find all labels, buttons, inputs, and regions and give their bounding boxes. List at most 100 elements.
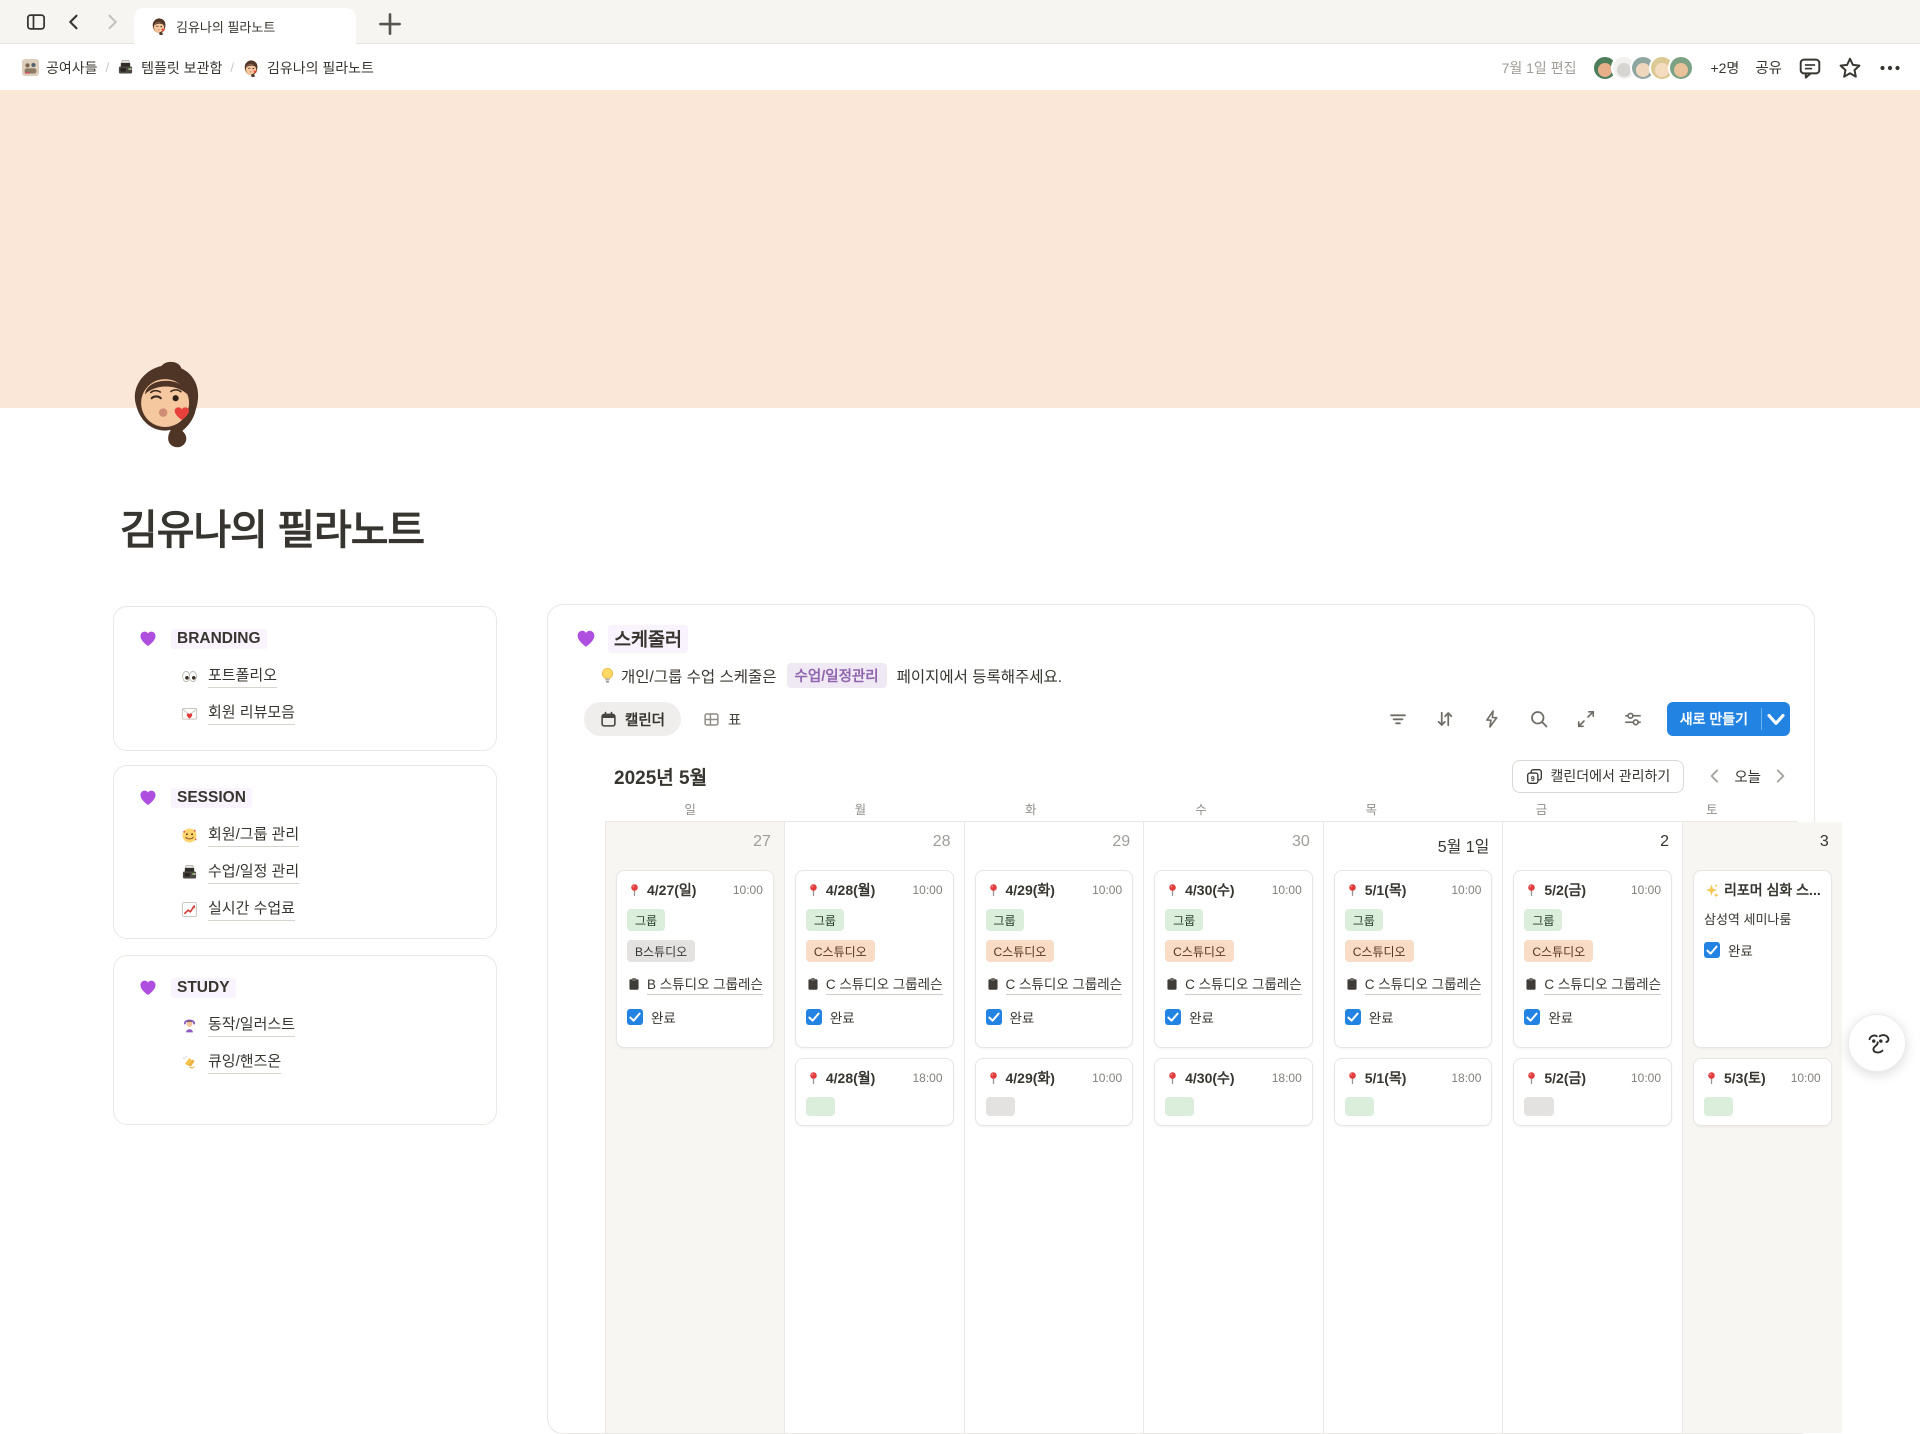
breadcrumb-templates[interactable]: 템플릿 보관함 xyxy=(117,58,222,78)
new-entry-button[interactable]: 새로 만들기 xyxy=(1667,702,1790,736)
event-card[interactable]: 4/29(화) 10:00 xyxy=(975,1058,1134,1126)
pin-icon xyxy=(1704,1071,1719,1086)
page-link-chart-up[interactable]: 실시간 수업료 xyxy=(181,897,476,921)
page-link-clap[interactable]: 큐잉/핸즈온 xyxy=(181,1050,476,1074)
prev-week-icon[interactable] xyxy=(1706,767,1724,785)
event-tag xyxy=(1704,1097,1733,1116)
weekday-label: 수 xyxy=(1116,799,1286,818)
checkbox-checked[interactable] xyxy=(986,1009,1002,1025)
pin-icon xyxy=(1345,883,1360,898)
chevron-down-icon[interactable] xyxy=(1762,702,1790,736)
event-date-label: 5/2(금) xyxy=(1544,880,1586,900)
member-avatar-stack[interactable] xyxy=(1592,55,1694,81)
page-link-eyes[interactable]: 포트폴리오 xyxy=(181,664,476,688)
cell-date-number: 27 xyxy=(616,822,774,860)
tab-page-icon xyxy=(150,17,168,35)
event-card[interactable]: 5/2(금) 10:00 xyxy=(1513,1058,1672,1126)
event-relation[interactable]: C 스튜디오 그룹레슨 xyxy=(986,973,1123,995)
event-card[interactable]: 5/3(토) 10:00 xyxy=(1693,1058,1832,1126)
page-icon[interactable] xyxy=(121,358,213,450)
checkbox-checked[interactable] xyxy=(806,1009,822,1025)
weekday-label: 목 xyxy=(1286,799,1456,818)
checkbox-checked[interactable] xyxy=(1704,942,1720,958)
event-card[interactable]: 5/1(목) 18:00 xyxy=(1334,1058,1493,1126)
checkbox-checked[interactable] xyxy=(1524,1009,1540,1025)
event-relation[interactable]: B 스튜디오 그룹레슨 xyxy=(627,973,763,995)
tab-calendar-view[interactable]: 캘린더 xyxy=(584,702,681,736)
sidebar-toggle-icon[interactable] xyxy=(26,12,46,32)
event-card[interactable]: 4/29(화) 10:00 그룹C스튜디오C 스튜디오 그룹레슨완료 xyxy=(975,870,1134,1048)
purple-heart-icon xyxy=(139,630,157,648)
event-card[interactable]: 4/27(일) 10:00 그룹B스튜디오B 스튜디오 그룹레슨완료 xyxy=(616,870,774,1048)
breadcrumb-current-page[interactable]: 김유나의 필라노트 xyxy=(242,58,374,78)
event-location: 삼성역 세미나룸 xyxy=(1704,909,1821,928)
memoji-icon xyxy=(242,59,260,77)
purple-heart-icon xyxy=(576,629,596,649)
new-tab-button[interactable] xyxy=(376,10,404,38)
more-options-icon[interactable] xyxy=(1878,56,1902,80)
checkbox-checked[interactable] xyxy=(1345,1009,1361,1025)
event-date-label: 4/30(수) xyxy=(1185,880,1234,900)
calendar-view-icon xyxy=(600,711,617,728)
member-avatar[interactable] xyxy=(1668,55,1694,81)
today-button[interactable]: 오늘 xyxy=(1734,766,1761,787)
cover-banner[interactable] xyxy=(0,90,1920,408)
event-card[interactable]: 4/28(월) 10:00 그룹C스튜디오C 스튜디오 그룹레슨완료 xyxy=(795,870,954,1048)
event-card[interactable]: 리포머 심화 스... 삼성역 세미나룸완료 xyxy=(1693,870,1832,1048)
filter-icon[interactable] xyxy=(1388,709,1408,729)
page-link-smile-hearts[interactable]: 회원/그룹 관리 xyxy=(181,823,476,847)
clipboard-icon xyxy=(986,977,1000,991)
breadcrumb-workspace[interactable]: 공여사들 xyxy=(22,58,98,78)
notion-ai-button[interactable] xyxy=(1848,1014,1906,1072)
checkbox-label: 완료 xyxy=(830,1007,855,1027)
tab-table-view[interactable]: 표 xyxy=(703,709,741,730)
event-relation[interactable]: C 스튜디오 그룹레슨 xyxy=(1165,973,1302,995)
checkbox-checked[interactable] xyxy=(1165,1009,1181,1025)
event-card[interactable]: 4/30(수) 10:00 그룹C스튜디오C 스튜디오 그룹레슨완료 xyxy=(1154,870,1313,1048)
manage-button-label: 캘린더에서 관리하기 xyxy=(1551,766,1671,786)
fax-icon xyxy=(181,864,198,881)
callout-page-tag[interactable]: 수업/일정관리 xyxy=(787,663,887,688)
extra-members-count[interactable]: +2명 xyxy=(1710,58,1739,78)
checkbox-checked[interactable] xyxy=(627,1009,643,1025)
event-relation[interactable]: C 스튜디오 그룹레슨 xyxy=(806,973,943,995)
page-link-person-ok[interactable]: 동작/일러스트 xyxy=(181,1013,476,1037)
event-tag xyxy=(1345,1097,1374,1116)
next-week-icon[interactable] xyxy=(1771,767,1789,785)
event-card[interactable]: 4/30(수) 18:00 xyxy=(1154,1058,1313,1126)
event-date-label: 4/29(화) xyxy=(1006,880,1055,900)
nav-back-icon[interactable] xyxy=(64,12,84,32)
relation-label: C 스튜디오 그룹레슨 xyxy=(1365,973,1482,995)
page-link-love-letter[interactable]: 회원 리뷰모음 xyxy=(181,701,476,725)
avatar-face xyxy=(1655,63,1669,77)
event-done-row: 완료 xyxy=(627,1007,763,1027)
sort-icon[interactable] xyxy=(1435,709,1455,729)
active-tab[interactable]: 김유나의 필라노트 xyxy=(134,8,356,44)
expand-icon[interactable] xyxy=(1576,709,1596,729)
calendar-cell: 27 4/27(일) 10:00 그룹B스튜디오B 스튜디오 그룹레슨완료 xyxy=(606,822,785,1433)
event-date-label: 4/29(화) xyxy=(1006,1068,1055,1088)
automation-bolt-icon[interactable] xyxy=(1482,709,1502,729)
sidebar-card-study: STUDY 동작/일러스트 큐잉/핸즈온 xyxy=(113,955,497,1125)
event-card[interactable]: 4/28(월) 18:00 xyxy=(795,1058,954,1126)
page-link-fax[interactable]: 수업/일정 관리 xyxy=(181,860,476,884)
nav-forward-icon[interactable] xyxy=(102,12,122,32)
calendar-grid: 27 4/27(일) 10:00 그룹B스튜디오B 스튜디오 그룹레슨완료28 … xyxy=(605,821,1797,1433)
favorite-star-icon[interactable] xyxy=(1838,56,1862,80)
event-card[interactable]: 5/1(목) 10:00 그룹C스튜디오C 스튜디오 그룹레슨완료 xyxy=(1334,870,1493,1048)
share-button[interactable]: 공유 xyxy=(1755,57,1782,78)
comments-icon[interactable] xyxy=(1798,56,1822,80)
event-title-row: 4/29(화) 10:00 xyxy=(986,1068,1123,1088)
weekday-label: 월 xyxy=(775,799,945,818)
manage-in-calendar-button[interactable]: 9 캘린더에서 관리하기 xyxy=(1512,760,1685,793)
search-icon[interactable] xyxy=(1529,709,1549,729)
event-relation[interactable]: C 스튜디오 그룹레슨 xyxy=(1524,973,1661,995)
event-card[interactable]: 5/2(금) 10:00 그룹C스튜디오C 스튜디오 그룹레슨완료 xyxy=(1513,870,1672,1048)
month-title: 2025년 5월 xyxy=(614,763,707,790)
view-settings-icon[interactable] xyxy=(1623,709,1643,729)
event-title-row: 리포머 심화 스... xyxy=(1704,880,1821,900)
breadcrumb-separator: / xyxy=(230,60,234,75)
event-relation[interactable]: C 스튜디오 그룹레슨 xyxy=(1345,973,1482,995)
callout-text: 페이지에서 등록해주세요. xyxy=(897,665,1062,687)
avatar-face xyxy=(1617,63,1631,77)
